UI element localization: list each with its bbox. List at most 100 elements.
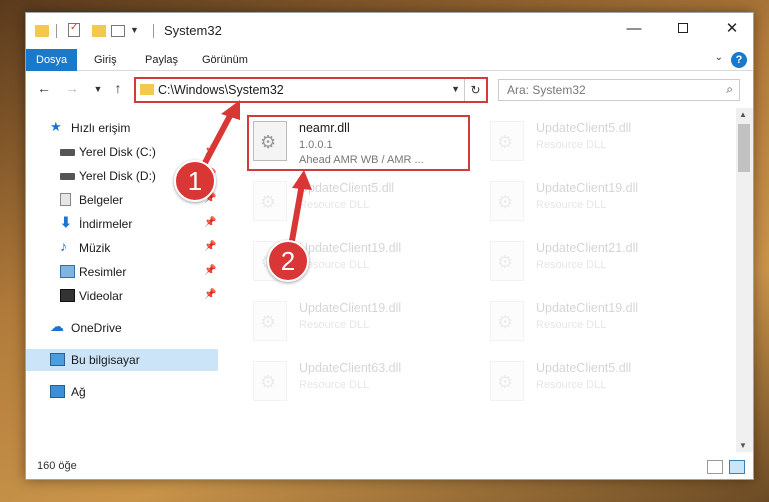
sidebar-item-onedrive[interactable]: ☁ OneDrive xyxy=(26,317,218,339)
folder-icon xyxy=(140,84,154,95)
tab-file[interactable]: Dosya xyxy=(26,49,78,71)
search-box[interactable]: Ara: System32 ⌕ xyxy=(498,79,740,101)
dll-file-icon xyxy=(490,241,524,281)
file-description: Resource DLL xyxy=(299,379,370,391)
vertical-scrollbar[interactable]: ▲ ▼ xyxy=(736,108,753,452)
pin-icon[interactable]: 📌 xyxy=(204,289,216,300)
sidebar-item-label: Resimler xyxy=(79,265,127,279)
scroll-down-icon[interactable]: ▼ xyxy=(739,441,747,450)
scroll-thumb[interactable] xyxy=(738,124,750,172)
file-item[interactable]: UpdateClient5.dll Resource DLL xyxy=(247,177,473,233)
address-path[interactable]: C:\Windows\System32 xyxy=(158,83,284,97)
file-description: Resource DLL xyxy=(536,139,607,151)
separator xyxy=(153,24,154,38)
file-description: Resource DLL xyxy=(299,199,370,211)
file-item[interactable]: UpdateClient21.dll Resource DLL xyxy=(484,237,710,293)
scroll-up-icon[interactable]: ▲ xyxy=(739,110,747,119)
tab-share[interactable]: Paylaş xyxy=(135,49,188,71)
up-button[interactable]: ↑ xyxy=(108,80,128,96)
large-icons-view-icon[interactable] xyxy=(729,460,745,474)
cloud-icon: ☁ xyxy=(50,318,64,334)
file-name: UpdateClient19.dll xyxy=(536,181,639,195)
file-item[interactable]: UpdateClient5.dll Resource DLL xyxy=(484,117,710,173)
sidebar-item-pictures[interactable]: Resimler 📌 xyxy=(26,261,218,283)
help-icon[interactable]: ? xyxy=(731,52,747,68)
forward-button[interactable]: → xyxy=(62,80,82,96)
sidebar-item-label: Hızlı erişim xyxy=(71,121,131,135)
dll-file-icon xyxy=(490,181,524,221)
file-highlight-box xyxy=(247,115,470,171)
sidebar-item-label: Yerel Disk (D:) xyxy=(79,169,156,183)
sidebar-item-label: İndirmeler xyxy=(79,217,133,231)
details-view-icon[interactable] xyxy=(707,460,723,474)
dll-file-icon xyxy=(490,301,524,341)
file-description: Resource DLL xyxy=(299,319,370,331)
properties-icon[interactable] xyxy=(68,22,80,37)
step-2-badge: 2 xyxy=(267,240,309,282)
separator xyxy=(56,24,57,38)
minimize-button[interactable]: — xyxy=(611,13,657,45)
file-name: UpdateClient5.dll xyxy=(536,361,632,375)
sidebar-item-music[interactable]: ♪ Müzik 📌 xyxy=(26,237,218,259)
file-item[interactable]: UpdateClient19.dll Resource DLL xyxy=(484,177,710,233)
customize-toolbar-icon[interactable]: ▼ xyxy=(130,25,139,41)
maximize-button[interactable] xyxy=(660,13,706,45)
file-name: UpdateClient5.dll xyxy=(536,121,632,135)
sidebar-item-downloads[interactable]: ⬇ İndirmeler 📌 xyxy=(26,213,218,235)
network-icon xyxy=(50,385,65,398)
sidebar-item-label: Videolar xyxy=(79,289,123,303)
file-name: UpdateClient19.dll xyxy=(299,241,402,255)
file-item[interactable]: UpdateClient63.dll Resource DLL xyxy=(247,357,473,413)
file-name: UpdateClient5.dll xyxy=(299,181,395,195)
drive-icon xyxy=(60,173,75,180)
pin-icon[interactable]: 📌 xyxy=(204,241,216,252)
address-bar[interactable]: C:\Windows\System32 ▼ ↻ xyxy=(134,77,488,103)
title-bar: ▼ System32 — ✕ xyxy=(26,13,753,49)
sidebar-item-videos[interactable]: Videolar 📌 xyxy=(26,285,218,307)
dll-file-icon xyxy=(253,361,287,401)
documents-icon xyxy=(60,193,71,206)
expand-ribbon-icon[interactable]: ⌄ xyxy=(715,52,723,63)
search-placeholder: Ara: System32 xyxy=(507,83,586,97)
sidebar-item-this-pc[interactable]: Bu bilgisayar xyxy=(26,349,218,371)
view-options-icon[interactable] xyxy=(111,25,125,37)
sidebar-item-label: Ağ xyxy=(71,385,86,399)
pin-icon[interactable]: 📌 xyxy=(204,265,216,276)
refresh-button[interactable]: ↻ xyxy=(464,79,486,101)
new-folder-icon[interactable] xyxy=(92,25,106,37)
file-name: UpdateClient63.dll xyxy=(299,361,402,375)
file-item[interactable]: UpdateClient19.dll Resource DLL xyxy=(484,297,710,353)
back-button[interactable]: ← xyxy=(34,80,54,96)
star-icon: ★ xyxy=(50,119,62,134)
address-dropdown-icon[interactable]: ▼ xyxy=(451,84,460,94)
step-1-badge: 1 xyxy=(174,160,216,202)
search-icon[interactable]: ⌕ xyxy=(726,82,733,97)
ribbon-tabs: Dosya Giriş Paylaş Görünüm ⌄ ? xyxy=(26,49,753,71)
sidebar-item-quick-access[interactable]: ★ Hızlı erişim xyxy=(26,117,218,139)
file-item[interactable]: UpdateClient19.dll Resource DLL xyxy=(247,297,473,353)
file-item[interactable]: UpdateClient5.dll Resource DLL xyxy=(484,357,710,413)
navigation-bar: ← → ▼ ↑ C:\Windows\System32 ▼ ↻ Ara: Sys… xyxy=(26,75,753,105)
window-title: System32 xyxy=(164,23,222,38)
sidebar-item-label: OneDrive xyxy=(71,321,122,335)
download-icon: ⬇ xyxy=(60,214,72,230)
music-icon: ♪ xyxy=(60,238,67,254)
file-name: UpdateClient19.dll xyxy=(536,301,639,315)
pin-icon[interactable]: 📌 xyxy=(204,217,216,228)
close-button[interactable]: ✕ xyxy=(709,13,755,45)
file-description: Resource DLL xyxy=(536,379,607,391)
folder-icon xyxy=(35,25,49,37)
recent-locations-icon[interactable]: ▼ xyxy=(88,84,108,94)
sidebar-item-label: Yerel Disk (C:) xyxy=(79,145,156,159)
file-description: Resource DLL xyxy=(536,199,607,211)
status-bar: 160 öğe xyxy=(26,457,753,479)
dll-file-icon xyxy=(490,121,524,161)
tab-home[interactable]: Giriş xyxy=(84,49,127,71)
pin-icon[interactable]: 📌 xyxy=(204,145,216,156)
file-description: Resource DLL xyxy=(536,259,607,271)
file-description: Resource DLL xyxy=(299,259,370,271)
tab-view[interactable]: Görünüm xyxy=(192,49,258,71)
item-count: 160 öğe xyxy=(37,460,77,472)
file-name: UpdateClient19.dll xyxy=(299,301,402,315)
sidebar-item-network[interactable]: Ağ xyxy=(26,381,218,403)
